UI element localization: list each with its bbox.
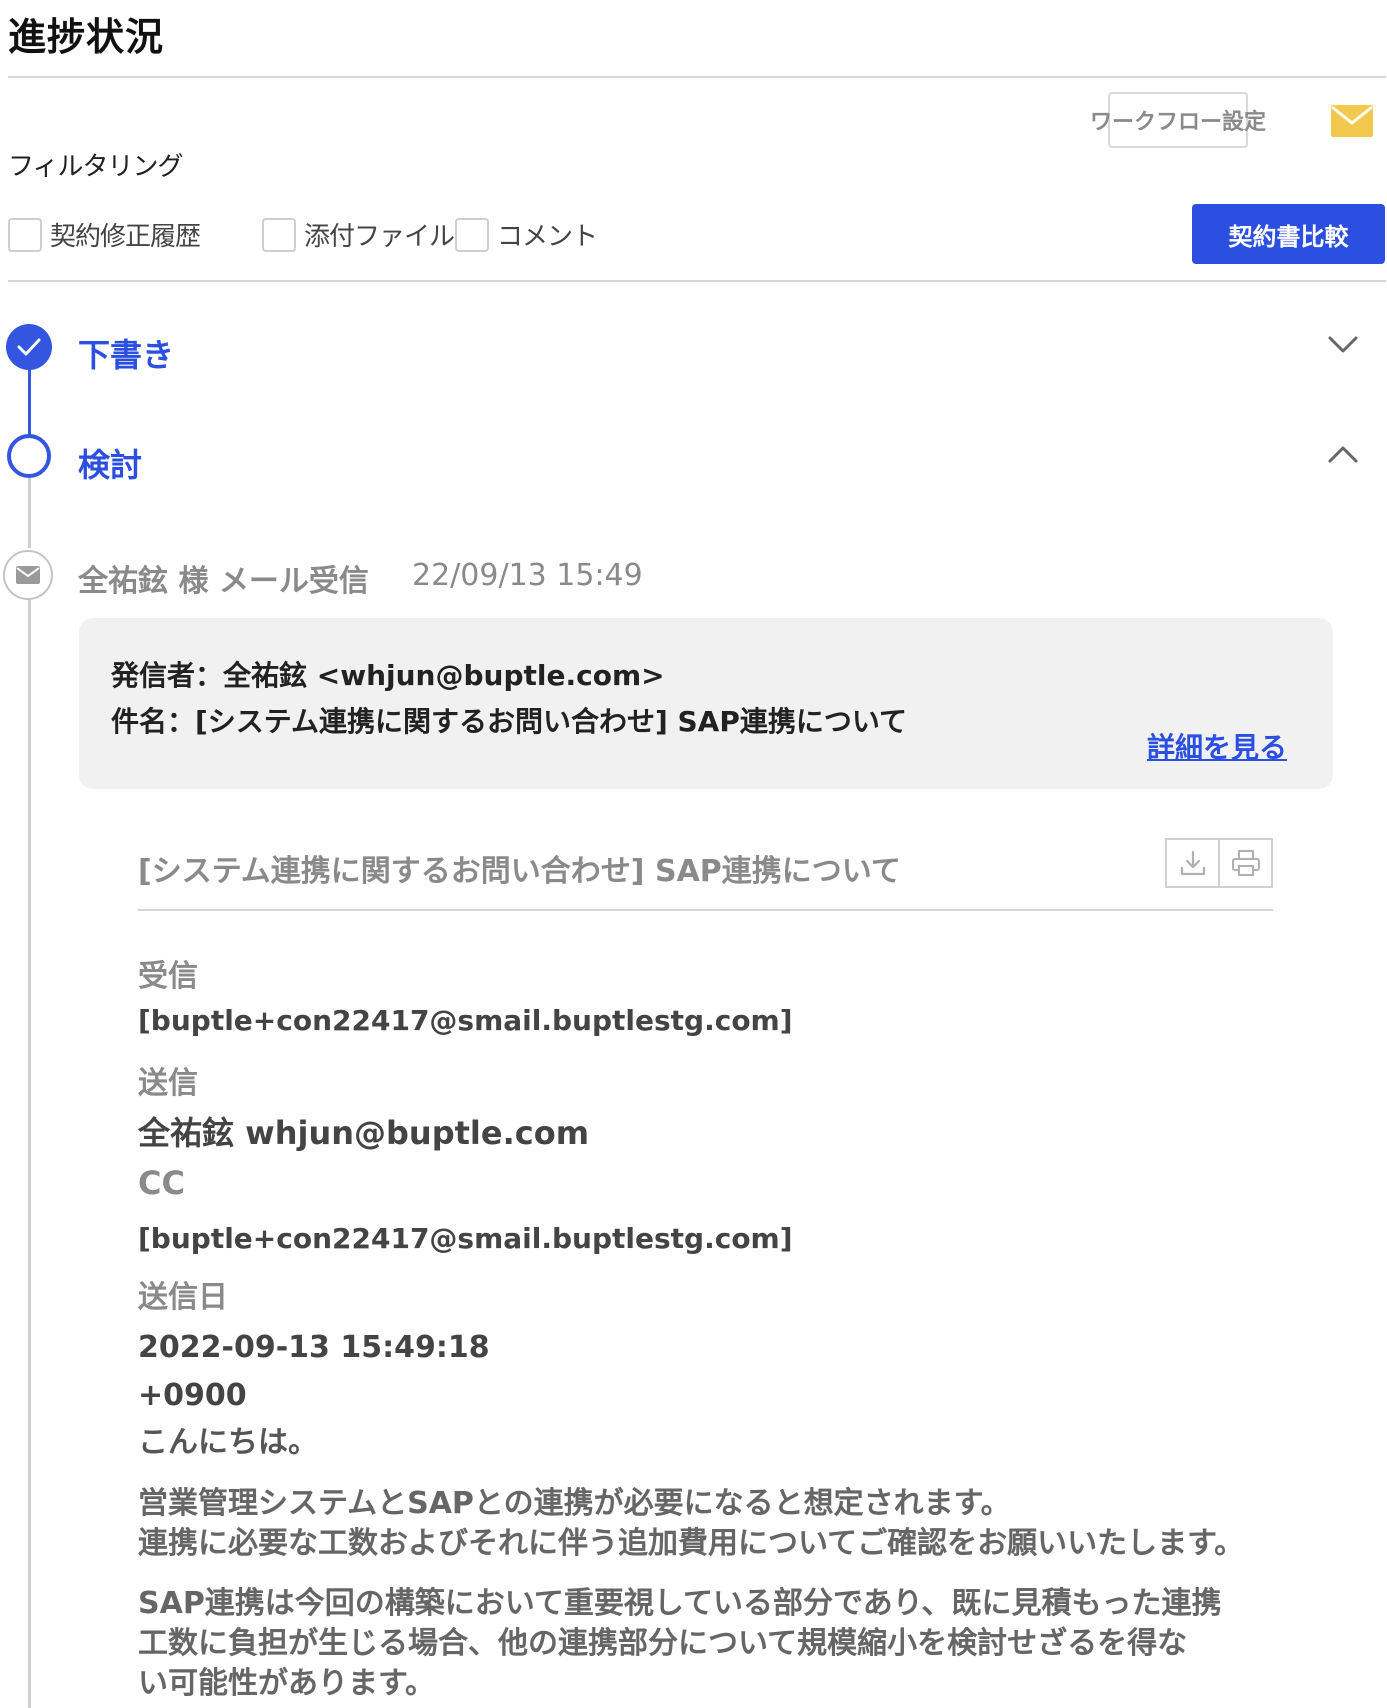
cc-label: CC xyxy=(138,1164,185,1202)
from-label: 送信 xyxy=(138,1066,198,1101)
email-actions xyxy=(1165,838,1273,888)
cc-value: [buptle+con22417@smail.buptlestg.com] xyxy=(138,1222,793,1255)
date-label: 送信日 xyxy=(138,1280,228,1315)
contract-history-checkbox[interactable] xyxy=(8,217,42,252)
mail-sender: 発信者：全祐鉉 <whjun@buptle.com> xyxy=(111,659,665,692)
chevron-down-icon[interactable] xyxy=(1326,334,1360,356)
workflow-settings-button[interactable]: ワークフロー設定 xyxy=(1090,92,1266,148)
timeline-connector xyxy=(28,596,31,1708)
to-label: 受信 xyxy=(138,959,198,994)
email-body-line: 営業管理システムとSAPとの連携が必要になると想定されます。 xyxy=(138,1486,1011,1521)
mail-icon[interactable] xyxy=(1330,104,1374,138)
date-timezone: +0900 xyxy=(138,1378,247,1413)
email-body-line: 工数に負担が生じる場合、他の連携部分について規模縮小を検討せざるを得な xyxy=(138,1626,1188,1661)
event-timestamp: 22/09/13 15:49 xyxy=(412,558,643,593)
filter-title: フィルタリング xyxy=(8,152,183,182)
mail-summary-card: 発信者：全祐鉉 <whjun@buptle.com> 件名：[システム連携に関す… xyxy=(79,618,1333,789)
envelope-icon xyxy=(3,550,53,600)
step-current-circle-icon xyxy=(7,434,51,478)
email-body-line: 連携に必要な工数およびそれに伴う追加費用についてご確認をお願いいたします。 xyxy=(138,1526,1245,1561)
contract-compare-button[interactable]: 契約書比較 xyxy=(1192,204,1385,264)
email-subject: [システム連携に関するお問い合わせ] SAP連携について xyxy=(138,854,901,889)
title-divider xyxy=(8,76,1386,78)
mail-subject: 件名：[システム連携に関するお問い合わせ] SAP連携について xyxy=(111,705,908,738)
email-greeting: こんにちは。 xyxy=(138,1425,318,1460)
filter-label: コメント xyxy=(497,222,598,252)
email-body-line: い可能性があります。 xyxy=(138,1666,435,1701)
from-value: 全祐鉉 whjun@buptle.com xyxy=(138,1114,590,1152)
timeline-connector xyxy=(28,478,31,548)
date-value: 2022-09-13 15:49:18 xyxy=(138,1330,490,1365)
page-title: 進捗状況 xyxy=(8,15,165,59)
attachments-checkbox[interactable] xyxy=(262,217,296,252)
filter-label: 契約修正履歴 xyxy=(50,222,201,252)
filter-divider xyxy=(8,280,1386,282)
step-draft-label[interactable]: 下書き xyxy=(78,330,174,376)
filter-contract-history[interactable]: 契約修正履歴 xyxy=(8,216,201,253)
comments-checkbox[interactable] xyxy=(455,217,489,252)
step-review-label[interactable]: 検討 xyxy=(78,440,142,486)
to-value: [buptle+con22417@smail.buptlestg.com] xyxy=(138,1004,793,1037)
step-done-check-icon xyxy=(6,324,52,370)
print-icon[interactable] xyxy=(1218,840,1271,886)
filter-comments[interactable]: コメント xyxy=(455,216,598,253)
email-divider xyxy=(138,909,1273,911)
filter-label: 添付ファイル xyxy=(304,222,455,252)
view-details-link[interactable]: 詳細を見る xyxy=(1147,726,1287,766)
filter-attachments[interactable]: 添付ファイル xyxy=(262,216,455,253)
download-icon[interactable] xyxy=(1167,840,1218,886)
event-title: 全祐鉉 様 メール受信 xyxy=(78,564,369,599)
progress-page: 進捗状況 ワークフロー設定 フィルタリング 契約修正履歴 添付ファイル コメント… xyxy=(0,0,1387,1708)
chevron-up-icon[interactable] xyxy=(1326,443,1360,465)
email-body-line: SAP連携は今回の構築において重要視している部分であり、既に見積もった連携 xyxy=(138,1586,1222,1621)
